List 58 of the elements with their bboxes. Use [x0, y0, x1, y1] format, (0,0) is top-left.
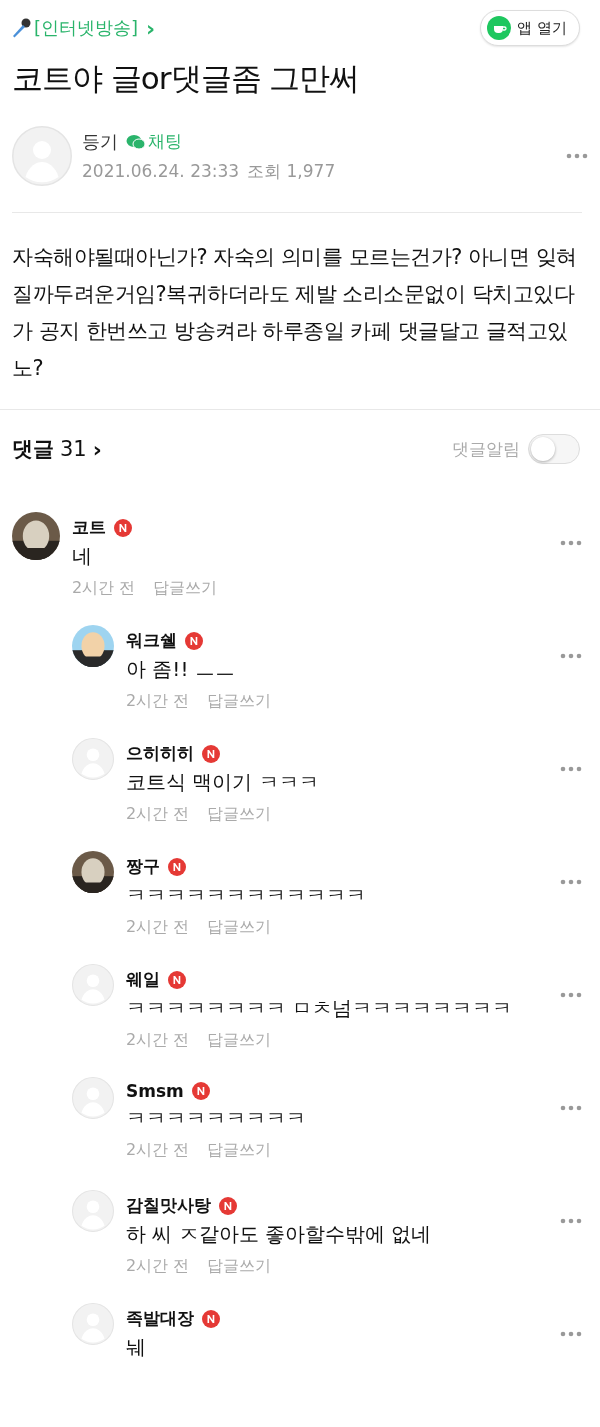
- chat-bubbles-icon: [126, 133, 146, 150]
- n-badge-icon: [191, 1082, 210, 1100]
- avatar-icon: [72, 738, 114, 780]
- avatar-icon: [72, 1303, 114, 1345]
- author-name[interactable]: 등기: [82, 129, 118, 154]
- commenter-name[interactable]: 웨일: [126, 968, 160, 991]
- comment-text: 네: [72, 543, 93, 570]
- comment-text: 아 좀!! ㅡㅡ: [126, 656, 236, 683]
- comment-time: 2시간 전: [126, 1030, 190, 1051]
- n-badge-icon: [202, 744, 220, 763]
- comment-text: 눼: [126, 1334, 147, 1361]
- comment-time: 2시간 전: [72, 578, 136, 599]
- comment-text: ㅋㅋㅋㅋㅋㅋㅋㅋ ㅁㅊ넘ㅋㅋㅋㅋㅋㅋㅋㅋ: [126, 995, 514, 1022]
- n-badge-icon: [168, 970, 186, 989]
- commenter-name[interactable]: Smsm: [126, 1081, 184, 1101]
- comment-text: 코트식 맥이기 ㅋㅋㅋ: [126, 769, 320, 796]
- post-title: 코트야 글or댓글좀 그만써: [12, 59, 361, 98]
- n-badge-icon: [114, 518, 132, 537]
- comment-time: 2시간 전: [126, 1256, 190, 1277]
- avatar-icon: [72, 964, 114, 1006]
- avatar-icon: [72, 1077, 114, 1119]
- cup-icon: [487, 16, 512, 40]
- more-icon[interactable]: [560, 540, 582, 546]
- n-badge-icon: [185, 631, 203, 650]
- n-badge-icon: [219, 1196, 237, 1215]
- commenter-name[interactable]: 짱구: [126, 855, 160, 878]
- commenter-name[interactable]: 워크쉘: [126, 629, 177, 652]
- commenter-name[interactable]: 감칠맛사탕: [126, 1194, 211, 1217]
- more-icon[interactable]: [560, 992, 582, 998]
- comment-alert-label: 댓글알림: [452, 437, 520, 461]
- avatar-icon: [72, 1190, 114, 1232]
- avatar-icon: [12, 126, 72, 186]
- commenter-name[interactable]: 족발대장: [126, 1307, 194, 1330]
- comment-text: 하 씨 ㅈ같아도 좋아할수밖에 없네: [126, 1221, 433, 1248]
- comment-time: 2시간 전: [126, 691, 190, 712]
- comment-text: ㅋㅋㅋㅋㅋㅋㅋㅋㅋ: [126, 1105, 307, 1132]
- comment-text: ㅋㅋㅋㅋㅋㅋㅋㅋㅋㅋㅋㅋ: [126, 882, 367, 909]
- commenter-name[interactable]: 코트: [72, 516, 106, 539]
- more-icon[interactable]: [566, 153, 588, 159]
- comment-time: 2시간 전: [126, 1140, 190, 1161]
- comment-time: 2시간 전: [126, 917, 190, 938]
- more-icon[interactable]: [560, 1331, 582, 1337]
- n-badge-icon: [168, 857, 186, 876]
- more-icon[interactable]: [560, 653, 582, 659]
- comments-link[interactable]: 댓글 31 ›: [12, 435, 102, 463]
- microphone-icon: [10, 17, 32, 39]
- view-count: 조회 1,977: [247, 159, 336, 183]
- more-icon[interactable]: [560, 1105, 582, 1111]
- comment-time: 2시간 전: [126, 804, 190, 825]
- n-badge-icon: [202, 1309, 220, 1328]
- more-icon[interactable]: [560, 879, 582, 885]
- commenter-name[interactable]: 으히히히: [126, 742, 194, 765]
- comment-alert-toggle[interactable]: [528, 434, 580, 464]
- more-icon[interactable]: [560, 1218, 582, 1224]
- post-body: 자숙해야될때아닌가? 자숙의 의미를 모르는건가? 아니면 잊혀질까두려운거임?복귀하더라도 제발 소리소문없이 닥치고있다가 공지 한번쓰고 방송켜라 하루종일 카페 댓글달고 글적고있노?: [12, 244, 578, 382]
- more-icon[interactable]: [560, 766, 582, 772]
- post-date: 2021.06.24. 23:33: [82, 161, 240, 181]
- open-app-button[interactable]: 앱 열기: [480, 10, 580, 46]
